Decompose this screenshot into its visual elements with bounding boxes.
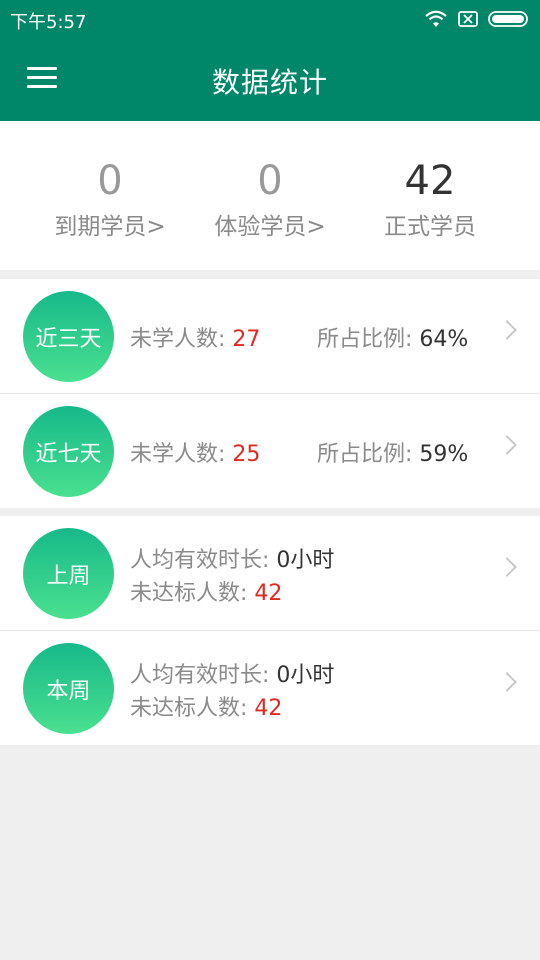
unmet-line: 未达标人数: 42 (130, 575, 282, 607)
ratio-value: 59% (419, 442, 469, 467)
period-badge: 近三天 (23, 291, 114, 382)
formal-students-stat: 42 正式学员 (340, 157, 520, 241)
expired-students-stat[interactable]: 0 到期学员> (20, 157, 200, 241)
chevron-right-icon (497, 320, 517, 340)
battery-icon (488, 11, 528, 27)
recent-3days-card[interactable]: 近三天 未学人数: 27 所占比例: 64% (0, 279, 540, 393)
period-badge: 本周 (23, 643, 114, 734)
avg-duration-value: 0小时 (276, 663, 335, 688)
avg-duration-label: 人均有效时长: (130, 548, 277, 573)
unstudied-line: 未学人数: 27 (130, 321, 260, 353)
student-summary: 0 到期学员> 0 体验学员> 42 正式学员 (0, 121, 540, 270)
unmet-line: 未达标人数: 42 (130, 690, 282, 722)
ratio-value: 64% (419, 327, 469, 352)
expired-students-link[interactable]: 到期学员> (20, 207, 200, 241)
ratio-label: 所占比例: (317, 327, 420, 352)
unmet-value: 42 (254, 696, 283, 721)
unstudied-value: 27 (232, 327, 261, 352)
unstudied-label: 未学人数: (130, 327, 233, 352)
unmet-value: 42 (254, 581, 283, 606)
status-icons (424, 8, 530, 30)
avg-duration-line: 人均有效时长: 0小时 (130, 657, 334, 689)
status-time: 下午5:57 (10, 12, 87, 33)
this-week-card[interactable]: 本周 人均有效时长: 0小时 未达标人数: 42 (0, 631, 540, 745)
recent-7days-card[interactable]: 近七天 未学人数: 25 所占比例: 59% (0, 394, 540, 508)
page-title: 数据统计 (211, 66, 328, 99)
ratio-label: 所占比例: (317, 442, 420, 467)
expired-students-count: 0 (97, 158, 123, 204)
avg-duration-line: 人均有效时长: 0小时 (130, 542, 334, 574)
trial-students-count: 0 (257, 158, 283, 204)
unstudied-value: 25 (232, 442, 261, 467)
unstudied-label: 未学人数: (130, 442, 233, 467)
period-badge: 上周 (23, 528, 114, 619)
trial-students-stat[interactable]: 0 体验学员> (180, 157, 360, 241)
unstudied-line: 未学人数: 25 (130, 436, 260, 468)
period-badge: 近七天 (23, 406, 114, 497)
last-week-card[interactable]: 上周 人均有效时长: 0小时 未达标人数: 42 (0, 516, 540, 630)
wifi-icon (425, 10, 447, 27)
chevron-right-icon (497, 435, 517, 455)
sim-disabled-icon (458, 11, 478, 27)
chevron-right-icon (497, 557, 517, 577)
ratio-line: 所占比例: 64% (317, 321, 468, 353)
trial-students-link[interactable]: 体验学员> (180, 207, 360, 241)
unmet-label: 未达标人数: (130, 581, 255, 606)
formal-students-count: 42 (404, 158, 456, 204)
ratio-line: 所占比例: 59% (317, 436, 468, 468)
formal-students-label: 正式学员 (384, 214, 476, 240)
avg-duration-value: 0小时 (276, 548, 335, 573)
avg-duration-label: 人均有效时长: (130, 663, 277, 688)
chevron-right-icon (497, 672, 517, 692)
unmet-label: 未达标人数: (130, 696, 255, 721)
status-bar: 下午5:57 (0, 0, 540, 37)
app-bar: 数据统计 (0, 37, 540, 121)
